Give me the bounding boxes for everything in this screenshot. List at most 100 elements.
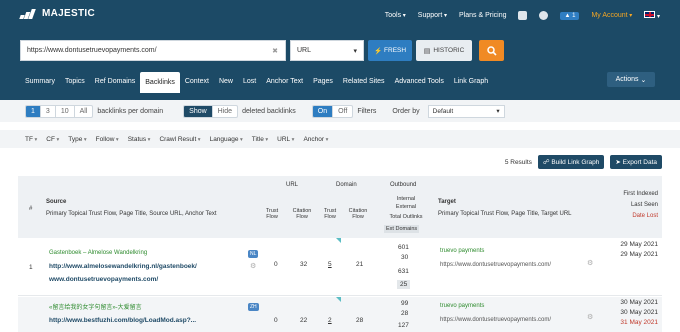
- language-badge: NL: [248, 250, 259, 258]
- per-domain-all[interactable]: All: [75, 106, 93, 117]
- target-title: truevo payments: [440, 303, 485, 309]
- col-internal[interactable]: Internal: [386, 196, 426, 202]
- tab-summary[interactable]: Summary: [20, 72, 60, 91]
- hide-button[interactable]: Hide: [213, 106, 237, 117]
- actions-label: Actions: [615, 76, 639, 83]
- tab-backlinks[interactable]: Backlinks: [140, 72, 180, 93]
- tab-ref-domains[interactable]: Ref Domains: [90, 72, 140, 91]
- export-data-button[interactable]: ➤ Export Data: [610, 155, 662, 169]
- filter-type[interactable]: Type: [68, 136, 86, 143]
- trophy-icon[interactable]: [518, 11, 528, 20]
- filter-tf[interactable]: TF: [25, 136, 37, 143]
- filter-anchor[interactable]: Anchor: [303, 136, 328, 143]
- col-source-sub: Primary Topical Trust Flow, Page Title, …: [46, 211, 217, 217]
- logo-text: MAJESTIC: [42, 8, 95, 19]
- col-source[interactable]: Source: [46, 199, 66, 205]
- tab-lost[interactable]: Lost: [238, 72, 261, 91]
- filters-toggle: On Off: [311, 104, 354, 118]
- fresh-index-button[interactable]: ⚡ FRESH: [368, 40, 412, 61]
- clear-icon[interactable]: ✖: [272, 47, 278, 55]
- scope-select[interactable]: URL ▾: [290, 40, 364, 61]
- url-search-input[interactable]: https://www.dontusetruevopayments.com/ ✖: [20, 40, 286, 61]
- chevron-down-icon: ▾: [496, 108, 500, 115]
- search-row: https://www.dontusetruevopayments.com/ ✖…: [20, 40, 504, 61]
- filter-crawl-result[interactable]: Crawl Result: [159, 136, 200, 143]
- col-domain-trust-flow[interactable]: Trust Flow: [320, 208, 340, 220]
- col-target[interactable]: Target: [438, 199, 456, 205]
- gear-icon[interactable]: ⚙: [587, 313, 593, 321]
- per-domain-label: backlinks per domain: [97, 107, 164, 115]
- col-target-sub: Primary Topical Trust Flow, Page Title, …: [438, 211, 572, 217]
- target-url-link[interactable]: https://www.dontusetruevopayments.com/: [440, 262, 551, 268]
- search-icon: [486, 45, 497, 56]
- gear-icon[interactable]: ⚙: [587, 259, 593, 267]
- per-domain-3[interactable]: 3: [41, 105, 56, 117]
- per-domain-10[interactable]: 10: [56, 105, 75, 117]
- col-group-domain: Domain: [336, 182, 357, 188]
- tab-advanced-tools[interactable]: Advanced Tools: [390, 72, 449, 91]
- chevron-down-icon: ▾: [353, 47, 357, 55]
- filter-title[interactable]: Title: [252, 136, 268, 143]
- col-first-indexed[interactable]: First Indexed: [623, 191, 658, 197]
- col-total-outlinks[interactable]: Total Outlinks: [382, 214, 430, 220]
- gear-icon[interactable]: ⚙: [250, 262, 256, 270]
- col-url-trust-flow[interactable]: Trust Flow: [262, 208, 282, 220]
- backlink-controls: 1 3 10 All backlinks per domain Show Hid…: [0, 100, 680, 122]
- filters-off-button[interactable]: Off: [333, 106, 352, 117]
- nav-support[interactable]: Support: [418, 12, 447, 19]
- tab-pages[interactable]: Pages: [308, 72, 338, 91]
- tab-new[interactable]: New: [214, 72, 238, 91]
- domain-citation-flow-value: 28: [356, 317, 364, 324]
- table-row: 1 Gastenboek – Almelose Wandelkring http…: [18, 238, 662, 296]
- target-title: truevo payments: [440, 248, 485, 254]
- nav-tools[interactable]: Tools: [385, 12, 406, 19]
- domain-trust-flow-link[interactable]: 5: [328, 261, 332, 268]
- archive-icon: ▤: [423, 47, 431, 55]
- domain-trust-flow-link[interactable]: 2: [328, 317, 332, 324]
- source-url-link[interactable]: http://www.bestfuzhi.com/blog/LoadMod.as…: [49, 317, 196, 324]
- filter-status[interactable]: Status: [128, 136, 151, 143]
- target-url-link[interactable]: https://www.dontusetruevopayments.com/: [440, 317, 551, 323]
- chevron-down-icon: ⌄: [640, 76, 647, 84]
- tab-link-graph[interactable]: Link Graph: [449, 72, 493, 91]
- my-account-menu[interactable]: My Account: [591, 12, 632, 19]
- col-ext-domains[interactable]: Ext Domains: [384, 225, 420, 233]
- source-url-link[interactable]: http://www.almelosewandelkring.nl/gasten…: [49, 263, 197, 270]
- actions-button[interactable]: Actions ⌄: [607, 72, 655, 87]
- historic-index-button[interactable]: ▤ HISTORIC: [416, 40, 472, 61]
- external-links-value: 30: [401, 254, 409, 261]
- deleted-label: deleted backlinks: [242, 107, 296, 115]
- col-url-citation-flow[interactable]: Citation Flow: [288, 208, 316, 220]
- report-tabs: Summary Topics Ref Domains Backlinks Con…: [20, 72, 493, 93]
- order-by-select[interactable]: Default ▾: [427, 104, 505, 118]
- col-domain-citation-flow[interactable]: Citation Flow: [344, 208, 372, 220]
- url-trust-flow-value: 0: [274, 261, 278, 268]
- notifications-badge[interactable]: ▲ 1: [560, 11, 580, 20]
- row-number: 1: [29, 264, 33, 271]
- tab-related-sites[interactable]: Related Sites: [338, 72, 390, 91]
- build-link-graph-button[interactable]: ☍ Build Link Graph: [537, 155, 605, 169]
- tab-anchor-text[interactable]: Anchor Text: [261, 72, 308, 91]
- filter-language[interactable]: Language: [210, 136, 243, 143]
- majestic-logo[interactable]: MAJESTIC: [19, 8, 95, 19]
- search-button[interactable]: [479, 40, 504, 61]
- col-date-lost[interactable]: Date Lost: [632, 213, 658, 219]
- cup-icon[interactable]: [539, 11, 549, 20]
- tab-context[interactable]: Context: [180, 72, 214, 91]
- show-button[interactable]: Show: [184, 105, 213, 117]
- order-by-label: Order by: [392, 107, 420, 115]
- per-domain-1[interactable]: 1: [26, 105, 41, 117]
- corner-marker-icon: [336, 238, 341, 243]
- anchor-text-link[interactable]: www.dontusetruevopayments.com/: [49, 276, 158, 283]
- col-external[interactable]: External: [386, 204, 426, 210]
- filter-url[interactable]: URL: [277, 136, 294, 143]
- tab-topics[interactable]: Topics: [60, 72, 90, 91]
- filter-follow[interactable]: Follow: [96, 136, 119, 143]
- internal-links-value: 99: [401, 300, 409, 307]
- nav-plans-pricing[interactable]: Plans & Pricing: [459, 12, 506, 19]
- filter-cf[interactable]: CF: [46, 136, 59, 143]
- col-last-seen[interactable]: Last Seen: [631, 202, 658, 208]
- total-outlinks-value: 127: [398, 322, 409, 329]
- filters-on-button[interactable]: On: [312, 105, 334, 117]
- language-selector[interactable]: [644, 11, 660, 20]
